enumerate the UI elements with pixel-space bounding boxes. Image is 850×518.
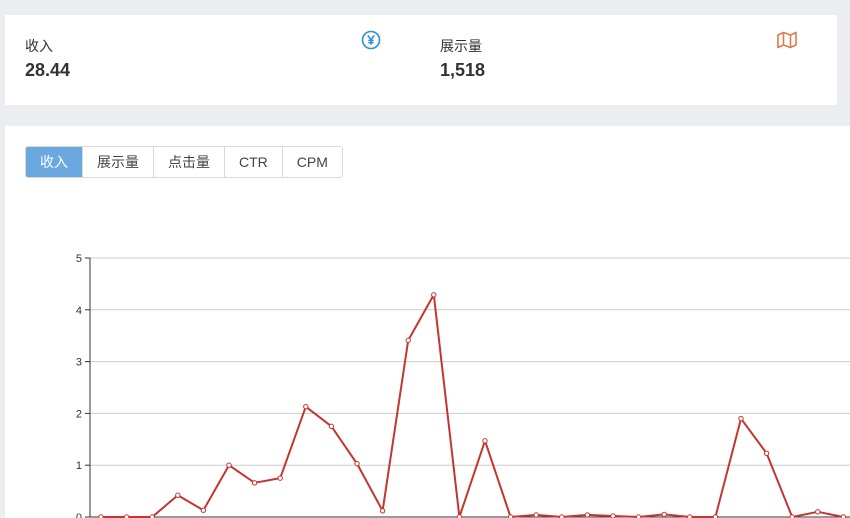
data-point (482, 438, 488, 444)
y-tick-label: 4 (76, 305, 82, 317)
data-point (738, 415, 744, 422)
data-point (763, 450, 770, 456)
impressions-label: 展示量 (440, 38, 482, 54)
data-point (431, 292, 437, 298)
data-point (533, 512, 539, 518)
revenue-label: 收入 (25, 38, 53, 54)
data-point (610, 513, 616, 518)
data-point (815, 509, 821, 515)
y-tick-label: 3 (76, 357, 82, 369)
chart-card: 收入 展示量 点击量 CTR CPM 012345 (5, 126, 850, 518)
data-point (277, 475, 283, 481)
revenue-series-line (101, 293, 844, 518)
data-point (303, 403, 309, 410)
data-point (584, 512, 591, 518)
impressions-value: 1,518 (440, 60, 486, 80)
stats-card: 收入 28.44 展示量 1,518 (5, 15, 837, 105)
data-point (175, 492, 181, 498)
data-point (251, 480, 258, 486)
y-tick-label: 0 (76, 512, 82, 518)
revenue-stat: 收入 28.44 (25, 37, 70, 81)
data-point (405, 337, 411, 344)
data-point (379, 508, 386, 514)
y-tick-label: 5 (76, 253, 82, 265)
map-icon (776, 30, 798, 55)
y-tick-label: 2 (76, 408, 82, 420)
revenue-value: 28.44 (25, 60, 71, 80)
data-point (200, 507, 207, 513)
revenue-line-chart: 0 1 2 3 4 5 (76, 253, 850, 518)
yen-icon (361, 30, 381, 55)
data-point (661, 511, 667, 518)
y-tick-label: 1 (76, 460, 82, 472)
data-point (354, 460, 360, 467)
data-point (328, 423, 335, 430)
impressions-stat: 展示量 1,518 (440, 37, 485, 81)
data-point (226, 462, 232, 468)
